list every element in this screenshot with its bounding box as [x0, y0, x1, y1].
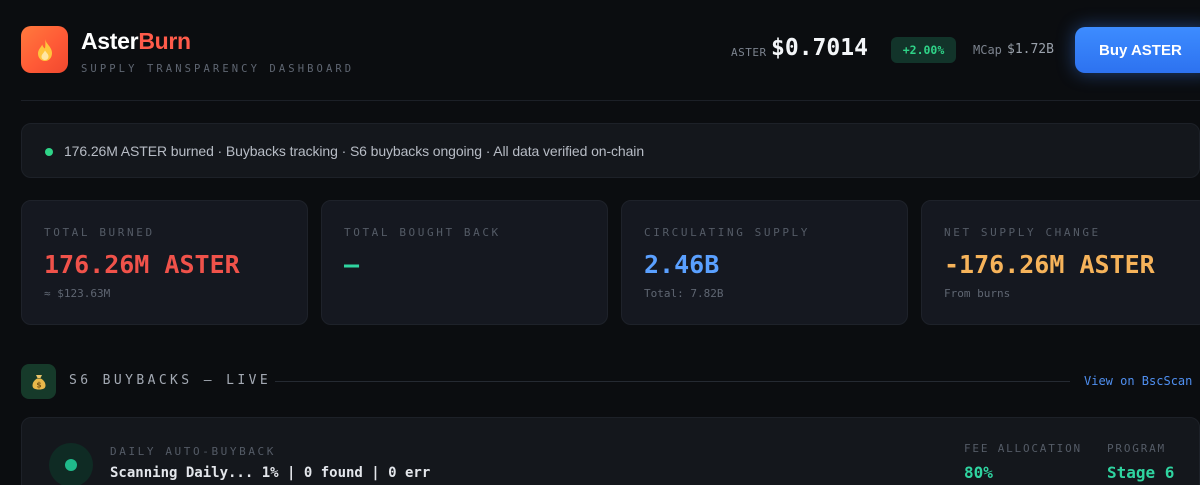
stat-card-total-bought-back: TOTAL BOUGHT BACK — — [321, 200, 608, 325]
card-value: -176.26M ASTER — [944, 250, 1155, 279]
buyback-status-indicator — [49, 443, 93, 485]
stat-card-total-burned: TOTAL BURNED 176.26M ASTER ≈ $123.63M — [21, 200, 308, 325]
section-icon-box: $ — [21, 364, 56, 399]
buyback-label: DAILY AUTO-BUYBACK — [110, 445, 277, 458]
card-value: 176.26M ASTER — [44, 250, 240, 279]
header-divider — [21, 100, 1200, 101]
card-value: — — [344, 250, 360, 279]
card-label: NET SUPPLY CHANGE — [944, 226, 1101, 239]
app-logo[interactable] — [21, 26, 68, 73]
buyback-panel: DAILY AUTO-BUYBACK Scanning Daily... 1% … — [21, 417, 1200, 485]
buyback-scan-status: Scanning Daily... 1% | 0 found | 0 err — [110, 465, 431, 481]
fee-allocation-value: 80% — [964, 463, 993, 482]
tagline: SUPPLY TRANSPARENCY DASHBOARD — [81, 63, 355, 75]
price-change-badge: +2.00% — [891, 37, 956, 63]
header: AsterBurn SUPPLY TRANSPARENCY DASHBOARD … — [0, 0, 1200, 100]
live-status-dot — [45, 148, 53, 156]
stat-card-circulating-supply: CIRCULATING SUPPLY 2.46B Total: 7.82B — [621, 200, 908, 325]
card-value: 2.46B — [644, 250, 720, 279]
status-text: 176.26M ASTER burned · Buybacks tracking… — [64, 143, 645, 159]
card-subtext: From burns — [944, 287, 1011, 300]
card-label: TOTAL BOUGHT BACK — [344, 226, 501, 239]
stat-card-net-supply-change: NET SUPPLY CHANGE -176.26M ASTER From bu… — [921, 200, 1200, 325]
brand-name-part1: Aster — [81, 28, 139, 54]
flame-icon — [37, 38, 52, 61]
card-subtext: Total: 7.82B — [644, 287, 724, 300]
buy-aster-button[interactable]: Buy ASTER — [1075, 27, 1200, 73]
status-banner: 176.26M ASTER burned · Buybacks tracking… — [21, 123, 1200, 178]
app-brand[interactable]: AsterBurn — [81, 28, 191, 55]
live-dot — [65, 459, 77, 471]
market-cap-label: MCap — [973, 43, 1002, 57]
view-on-bscscan-link[interactable]: View on BscScan — [1084, 374, 1192, 388]
section-divider — [275, 381, 1070, 382]
market-cap-value: $1.72B — [1007, 42, 1054, 57]
card-label: TOTAL BURNED — [44, 226, 155, 239]
program-label: PROGRAM — [1107, 442, 1166, 455]
fee-allocation-label: FEE ALLOCATION — [964, 442, 1082, 455]
brand-name-part2: Burn — [138, 28, 191, 54]
svg-text:$: $ — [36, 380, 41, 389]
card-subtext: ≈ $123.63M — [44, 287, 111, 300]
program-value: Stage 6 — [1107, 463, 1175, 482]
section-title: S6 BUYBACKS — LIVE — [69, 373, 272, 388]
price-ticker-label: ASTER — [731, 46, 767, 59]
token-price: $0.7014 — [771, 35, 868, 61]
money-bag-icon: $ — [32, 374, 45, 389]
card-label: CIRCULATING SUPPLY — [644, 226, 811, 239]
